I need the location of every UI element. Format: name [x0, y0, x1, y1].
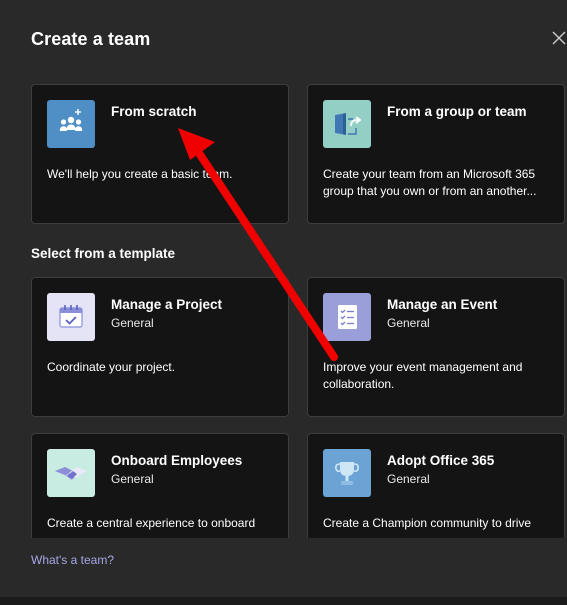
card-title: Adopt Office 365	[387, 453, 495, 468]
card-description: Improve your event management and collab…	[323, 360, 523, 391]
card-description: Create a Champion community to drive	[323, 516, 532, 530]
people-group-icon	[47, 100, 95, 148]
card-description: Create your team from an Microsoft 365 g…	[323, 167, 537, 198]
from-group-card[interactable]: From a group or team Create your team fr…	[307, 84, 565, 224]
bottom-edge	[0, 597, 567, 605]
trophy-icon	[323, 449, 371, 497]
template-card-manage-project[interactable]: Manage a Project General Coordinate your…	[31, 277, 289, 417]
card-title: Onboard Employees	[111, 453, 243, 468]
card-title: From scratch	[111, 104, 197, 119]
clipboard-checklist-icon	[323, 293, 371, 341]
from-scratch-card[interactable]: From scratch We'll help you create a bas…	[31, 84, 289, 224]
template-card-manage-event[interactable]: Manage an Event General Improve your eve…	[307, 277, 565, 417]
whats-a-team-link[interactable]: What's a team?	[31, 553, 114, 567]
card-category: General	[111, 316, 154, 330]
card-category: General	[111, 472, 154, 486]
close-icon	[552, 31, 566, 45]
card-title: From a group or team	[387, 104, 527, 119]
card-category: General	[387, 472, 430, 486]
export-arrow-icon	[323, 100, 371, 148]
section-heading: Select from a template	[31, 246, 176, 261]
card-category: General	[387, 316, 430, 330]
card-title: Manage an Event	[387, 297, 498, 312]
card-title: Manage a Project	[111, 297, 223, 312]
template-scroll-area[interactable]: Onboard Employees General Create a centr…	[0, 425, 567, 538]
template-card-adopt-office[interactable]: Adopt Office 365 General Create a Champi…	[307, 433, 565, 538]
calendar-check-icon	[47, 293, 95, 341]
dialog-title: Create a team	[31, 29, 151, 49]
create-team-dialog: Create a team From scratch We'll help yo…	[0, 0, 567, 605]
card-description: Coordinate your project.	[47, 360, 176, 374]
card-description: Create a central experience to onboard	[47, 516, 256, 530]
card-description: We'll help you create a basic team.	[47, 167, 233, 181]
template-card-onboard-employees[interactable]: Onboard Employees General Create a centr…	[31, 433, 289, 538]
handshake-icon	[47, 449, 95, 497]
close-button[interactable]	[548, 28, 567, 48]
